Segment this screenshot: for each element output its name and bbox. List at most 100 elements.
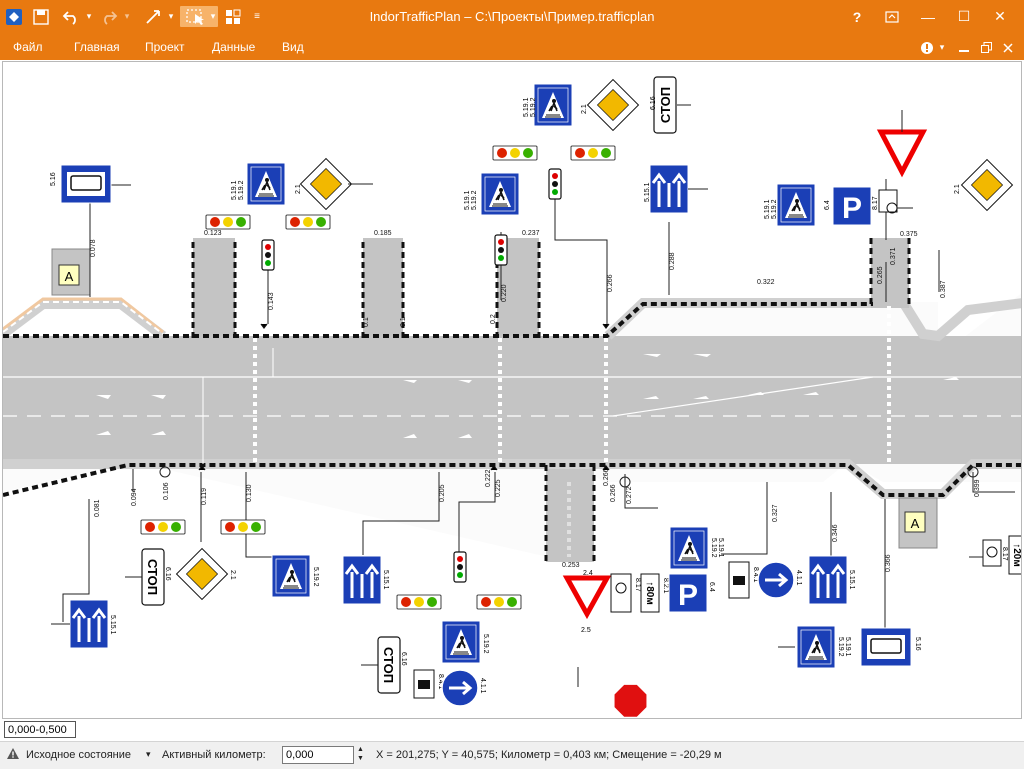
traffic-light-signal[interactable] [492,145,538,161]
svg-text:5.19.2: 5.19.2 [482,634,489,654]
stop-plate-text: СТОП [145,559,160,595]
svg-text:0.387: 0.387 [940,280,947,298]
give-way-sign[interactable] [562,575,612,620]
minimize-button[interactable]: — [916,6,940,27]
svg-text:6.16: 6.16 [650,96,657,110]
traffic-light-signal[interactable] [220,519,266,535]
tab-home[interactable]: Главная [74,40,120,54]
svg-text:5.15.1: 5.15.1 [382,570,389,590]
pedestrian-crossing-sign[interactable] [796,625,836,669]
svg-text:0.375: 0.375 [900,231,918,238]
stop-plate[interactable]: СТОП [653,76,677,134]
svg-text:8.2.1: 8.2.1 [662,578,669,594]
svg-text:5.19.1: 5.19.1 [764,199,771,219]
svg-text:↑20м: ↑20м [1011,543,1022,567]
svg-text:0.366: 0.366 [885,554,892,572]
bus-stop-right[interactable]: A [898,497,938,549]
svg-text:5.19.2: 5.19.2 [312,567,319,587]
main-road-sign[interactable] [300,158,352,210]
traffic-light-signal[interactable] [140,519,186,535]
svg-text:5.16: 5.16 [914,637,921,651]
ribbon-display-icon[interactable] [880,6,904,27]
svg-text:0.123: 0.123 [204,230,222,237]
bus-stop-left[interactable]: A [51,248,91,296]
state-label[interactable]: Исходное состояние [26,749,131,761]
pedestrian-crossing-sign[interactable] [533,83,573,127]
traffic-light[interactable] [548,168,562,200]
traffic-light-signal[interactable] [205,214,251,230]
traffic-light[interactable] [453,551,467,583]
traffic-light[interactable] [494,234,508,266]
stop-plate[interactable]: СТОП [377,636,401,694]
go-straight-sign[interactable] [757,561,795,599]
lane-direction-sign[interactable] [68,598,110,650]
traffic-light-signal[interactable] [476,594,522,610]
svg-text:0.185: 0.185 [374,230,392,237]
svg-text:2.1: 2.1 [229,570,236,580]
svg-text:6.4: 6.4 [824,200,831,210]
warning-icon[interactable] [6,747,20,763]
distance-plate[interactable]: ↑20м [1008,535,1022,575]
traffic-light-signal[interactable] [396,594,442,610]
svg-text:0.371: 0.371 [890,247,897,265]
doc-minimize-button[interactable] [954,37,974,58]
parking-sign[interactable]: P [668,573,708,613]
pedestrian-crossing-sign[interactable] [271,554,311,598]
tab-view[interactable]: Вид [282,40,304,54]
stop-plate[interactable]: СТОП [141,548,165,606]
help-button[interactable]: ? [846,6,868,27]
stop-sign[interactable]: STOP [563,646,648,718]
maximize-button[interactable]: ☐ [952,6,976,27]
go-straight-sign[interactable] [441,669,479,707]
lane-direction-sign[interactable] [648,163,690,215]
svg-text:0.322: 0.322 [757,279,775,286]
km-spinner[interactable]: ▲ ▼ [357,745,364,763]
truck-plate[interactable] [728,561,750,599]
bus-stop-sign-top[interactable]: 5.16 [50,164,112,204]
truck-plate[interactable] [413,669,435,699]
close-button[interactable]: ✕ [988,6,1012,27]
pedestrian-crossing-sign[interactable] [441,620,481,664]
active-km-input[interactable] [282,746,354,764]
main-road-sign[interactable] [961,159,1013,211]
main-road-sign[interactable] [176,548,228,600]
svg-text:5.19.2: 5.19.2 [530,97,537,117]
notification-icon[interactable] [916,37,938,58]
traffic-plan-canvas[interactable]: A A 0.123 0.185 0.237 0.322 0.375 0.078 … [2,61,1022,719]
lane-direction-sign[interactable] [341,554,383,606]
traffic-light-signal[interactable] [285,214,331,230]
svg-text:5.15.1: 5.15.1 [109,615,116,635]
traffic-light-signal[interactable] [570,145,616,161]
svg-text:5.15.1: 5.15.1 [848,570,855,590]
svg-text:0.143: 0.143 [268,292,275,310]
bus-stop-sign-bottom[interactable] [860,627,912,667]
tab-data[interactable]: Данные [212,40,255,54]
carriageway[interactable] [3,336,1022,464]
parking-sign[interactable]: P [832,186,872,226]
doc-restore-button[interactable] [976,37,996,58]
pedestrian-crossing-sign[interactable] [480,172,520,216]
svg-text:5.19.1: 5.19.1 [464,190,471,210]
state-dropdown-icon[interactable]: ▾ [146,749,151,760]
scale-range-box[interactable]: 0,000-0,500 [4,721,76,738]
distance-plate[interactable]: ↑80м [640,573,660,613]
svg-text:2.1: 2.1 [581,104,588,114]
pedestrian-crossing-sign[interactable] [246,162,286,206]
tow-truck-plate[interactable] [878,189,898,214]
svg-text:↑80м: ↑80м [644,581,655,605]
tow-truck-plate[interactable] [610,573,632,613]
pedestrian-crossing-sign[interactable] [669,526,709,570]
doc-close-button[interactable] [998,37,1018,58]
pedestrian-crossing-sign[interactable] [776,183,816,227]
main-road-sign[interactable] [587,79,639,131]
tab-file[interactable]: Файл [13,40,43,54]
notification-dropdown-icon[interactable]: ▾ [937,37,947,58]
svg-text:0.094: 0.094 [131,488,138,506]
road-plan-drawing[interactable]: A A 0.123 0.185 0.237 0.322 0.375 0.078 … [3,62,1022,719]
lane-direction-sign[interactable] [807,554,849,606]
tab-project[interactable]: Проект [145,40,185,54]
stop-plate-text: СТОП [381,647,396,683]
tow-truck-plate[interactable] [982,539,1002,567]
give-way-sign-top[interactable] [876,110,928,178]
traffic-light[interactable] [261,239,275,271]
